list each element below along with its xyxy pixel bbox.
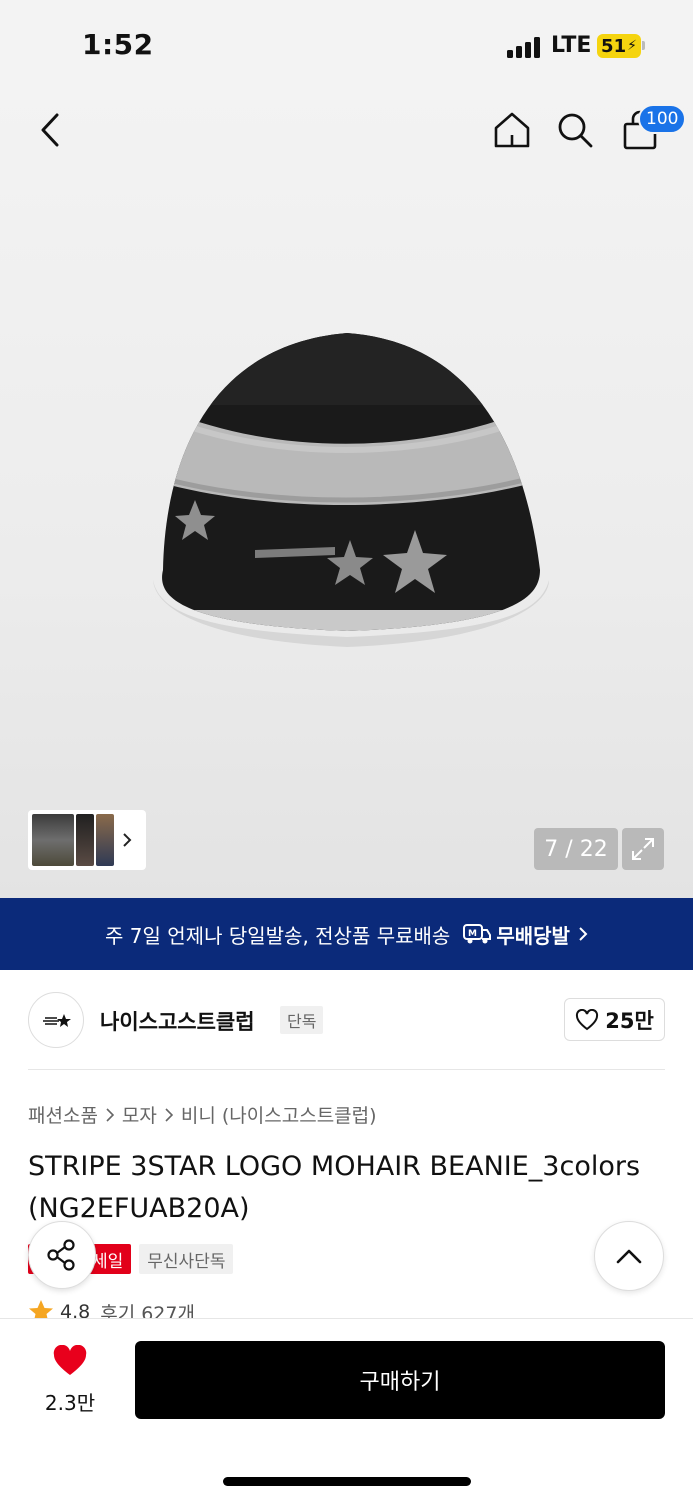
breadcrumb-item[interactable]: 모자 [122,1101,157,1128]
battery-icon: 51 ⚡ [597,34,641,58]
heart-filled-icon [53,1344,87,1375]
search-icon [558,113,593,148]
promo-text: 주 7일 언제나 당일발송, 전상품 무료배송 [105,923,451,948]
thumbnail-image[interactable] [96,814,114,866]
status-time: 1:52 [82,28,154,61]
battery-cap [642,41,645,50]
breadcrumb-item[interactable]: 패션소품 [28,1101,98,1128]
musinsa-exclusive-tag: 무신사단독 [139,1244,234,1274]
breadcrumb: 패션소품 모자 비니 (나이스고스트클럽) [28,1101,377,1128]
thumbnail-strip[interactable] [28,810,146,870]
wish-count: 2.3만 [44,1391,96,1415]
bottom-action-bar: 2.3만 구매하기 [0,1318,693,1500]
exclusive-tag: 단독 [280,1006,324,1034]
chevron-left-icon [41,113,59,147]
search-button[interactable] [549,104,601,156]
battery-level: 51 [601,35,627,57]
brand-like-count: 25만 [605,1008,654,1033]
chevron-right-icon [123,833,132,847]
cart-count-badge: 100 [638,104,687,134]
heart-outline-icon [576,1008,599,1030]
scroll-top-button[interactable] [594,1221,664,1291]
chevron-up-icon [616,1249,642,1264]
svg-text:M: M [468,929,477,939]
thumbnail-image[interactable] [76,814,94,866]
buy-button[interactable]: 구매하기 [135,1341,665,1419]
signal-icon [507,36,543,58]
brand-logo-icon [43,1014,71,1027]
chevron-right-icon [165,1107,173,1122]
network-label: LTE [551,33,592,58]
status-bar: 1:52 LTE 51 ⚡ [0,0,693,90]
share-icon [47,1239,75,1271]
image-counter: 7 / 22 [534,828,618,870]
thumbnail-image[interactable] [32,814,74,866]
divider [28,1069,665,1070]
back-button[interactable] [24,104,76,156]
home-icon [494,112,530,148]
brand-like-button[interactable]: 25만 [564,998,665,1041]
promo-brand-label: 무배당발 [496,923,570,948]
share-button[interactable] [28,1221,96,1289]
chevron-right-icon [106,1107,114,1122]
expand-button[interactable] [622,828,664,870]
wish-button[interactable]: 2.3만 [30,1344,110,1416]
brand-logo[interactable] [28,992,84,1048]
promo-banner[interactable]: 주 7일 언제나 당일발송, 전상품 무료배송 M 무배당발 [0,898,693,970]
home-indicator [223,1477,471,1486]
delivery-truck-icon: M [463,924,492,944]
chevron-right-icon [579,927,588,941]
promo-brand: M 무배당발 [462,920,570,949]
breadcrumb-item[interactable]: 비니 (나이스고스트클럽) [181,1101,377,1128]
brand-row[interactable]: 나이스고스트클럽 단독 25만 [28,992,665,1048]
expand-icon [632,838,654,860]
brand-name[interactable]: 나이스고스트클럽 [100,1006,255,1036]
product-title: STRIPE 3STAR LOGO MOHAIR BEANIE_3colors(… [28,1151,641,1224]
home-button[interactable] [486,104,538,156]
product-image[interactable] [135,325,560,660]
